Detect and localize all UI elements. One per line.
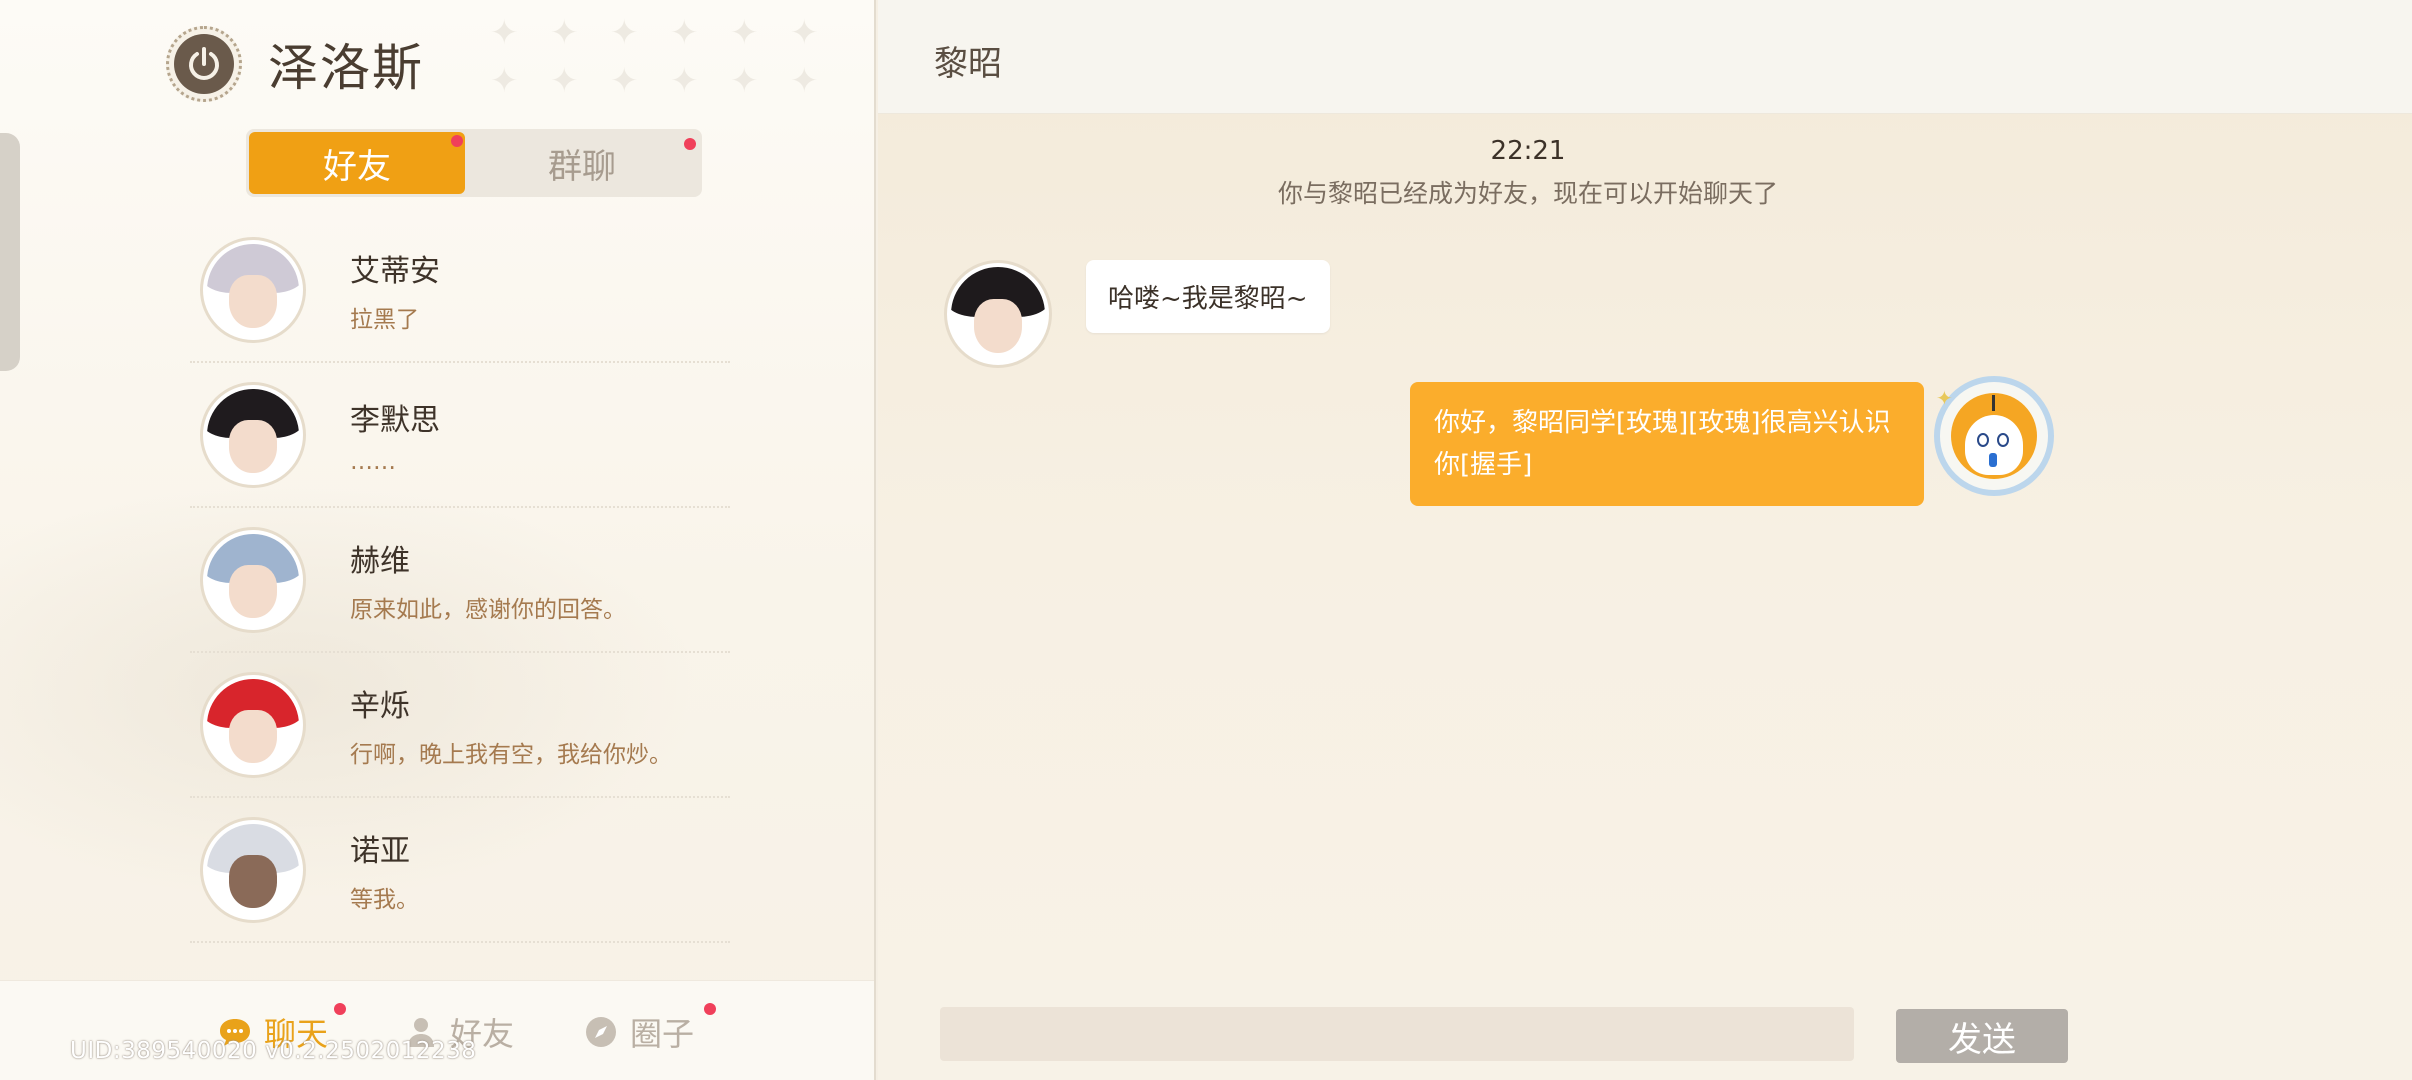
tab-groups-label: 群聊 [548, 146, 616, 187]
contact-last-message: 原来如此，感谢你的回答。 [350, 596, 626, 623]
star-decoration: ✦ [490, 13, 519, 53]
notification-dot [334, 1003, 346, 1015]
star-decoration: ✦ [670, 13, 699, 53]
message-input-bar: 发送 [878, 980, 2412, 1080]
notification-dot [451, 135, 463, 147]
outgoing-message-row: 你好，黎昭同学[玫瑰][玫瑰]很高兴认识你[握手] ✦ [1410, 376, 2054, 506]
self-avatar[interactable]: ✦ [1934, 376, 2054, 496]
contact-avatar[interactable] [944, 260, 1052, 368]
message-timestamp: 22:21 [1490, 136, 1566, 166]
avatar [200, 816, 306, 923]
avatar [200, 526, 306, 633]
star-decoration: ✦ [550, 61, 579, 101]
contact-name: 赫维 [350, 543, 410, 579]
contact-last-message: 等我。 [350, 886, 419, 913]
star-decoration: ✦ [730, 13, 759, 53]
notification-dot [704, 1003, 716, 1015]
contact-item[interactable]: 赫维 原来如此，感谢你的回答。 [190, 508, 730, 653]
power-icon [174, 34, 234, 94]
avatar [200, 236, 306, 343]
star-decoration: ✦ [550, 13, 579, 53]
contact-name: 辛烁 [350, 688, 410, 724]
star-decoration: ✦ [670, 61, 699, 101]
chat-panel: 黎昭 22:21 你与黎昭已经成为好友，现在可以开始聊天了 哈喽~我是黎昭~ 你… [878, 0, 2412, 1080]
contact-item[interactable]: 李默思 …… [190, 363, 730, 508]
contact-item[interactable]: 诺亚 等我。 [190, 798, 730, 943]
nav-circle[interactable]: 圈子 [584, 1003, 716, 1055]
star-decoration: ✦ [1936, 386, 1953, 410]
system-message: 你与黎昭已经成为好友，现在可以开始聊天了 [1277, 179, 1778, 208]
contact-last-message: 行啊，晚上我有空，我给你炒。 [350, 741, 672, 768]
contact-item[interactable]: 艾蒂安 拉黑了 [190, 218, 730, 363]
profile-header: 泽洛斯 [166, 26, 424, 102]
bottom-navigation: 聊天 好友 圈子 [0, 980, 874, 1080]
incoming-message-row: 哈喽~我是黎昭~ [944, 260, 1330, 368]
star-decoration: ✦ [790, 13, 819, 53]
send-button[interactable]: 发送 [1896, 1009, 2068, 1063]
avatar [200, 381, 306, 488]
contact-name: 艾蒂安 [350, 253, 440, 289]
contact-name: 诺亚 [350, 833, 410, 869]
star-decoration: ✦ [610, 13, 639, 53]
star-decoration: ✦ [790, 61, 819, 101]
power-button[interactable] [166, 26, 242, 102]
tab-friends-label: 好友 [323, 146, 391, 187]
compass-icon [586, 1017, 616, 1047]
outgoing-message-bubble[interactable]: 你好，黎昭同学[玫瑰][玫瑰]很高兴认识你[握手] [1410, 382, 1924, 506]
conversation-panel: ✦ ✦ ✦ ✦ ✦ ✦ ✦ ✦ ✦ ✦ ✦ ✦ 泽洛斯 好友 群聊 艾蒂安 拉黑… [0, 0, 876, 1080]
message-input[interactable] [940, 1007, 1854, 1061]
star-decoration: ✦ [730, 61, 759, 101]
tab-groups[interactable]: 群聊 [468, 129, 696, 197]
contact-name: 李默思 [350, 402, 440, 438]
tab-friends[interactable]: 好友 [249, 132, 465, 194]
contact-type-switch: 好友 群聊 [246, 129, 702, 197]
contact-last-message: 拉黑了 [350, 306, 419, 333]
nav-circle-label: 圈子 [630, 1015, 695, 1053]
username: 泽洛斯 [268, 39, 424, 97]
contact-last-message: …… [350, 448, 396, 475]
star-decoration: ✦ [490, 61, 519, 101]
avatar [200, 671, 306, 778]
notification-dot [684, 138, 696, 150]
chat-title: 黎昭 [934, 44, 1002, 84]
uid-version-label: UID:389540020 v0.2.2502012238 [70, 1038, 477, 1064]
star-decoration: ✦ [610, 61, 639, 101]
contact-list: 艾蒂安 拉黑了 李默思 …… 赫维 原来如此，感谢你的回答。 辛烁 行啊，晚上我… [190, 218, 730, 943]
contact-item[interactable]: 辛烁 行啊，晚上我有空，我给你炒。 [190, 653, 730, 798]
incoming-message-bubble[interactable]: 哈喽~我是黎昭~ [1086, 260, 1330, 333]
panel-drag-handle[interactable] [0, 133, 20, 371]
ghost-mascot-icon [1965, 415, 2023, 475]
chat-header: 黎昭 [878, 0, 2412, 114]
